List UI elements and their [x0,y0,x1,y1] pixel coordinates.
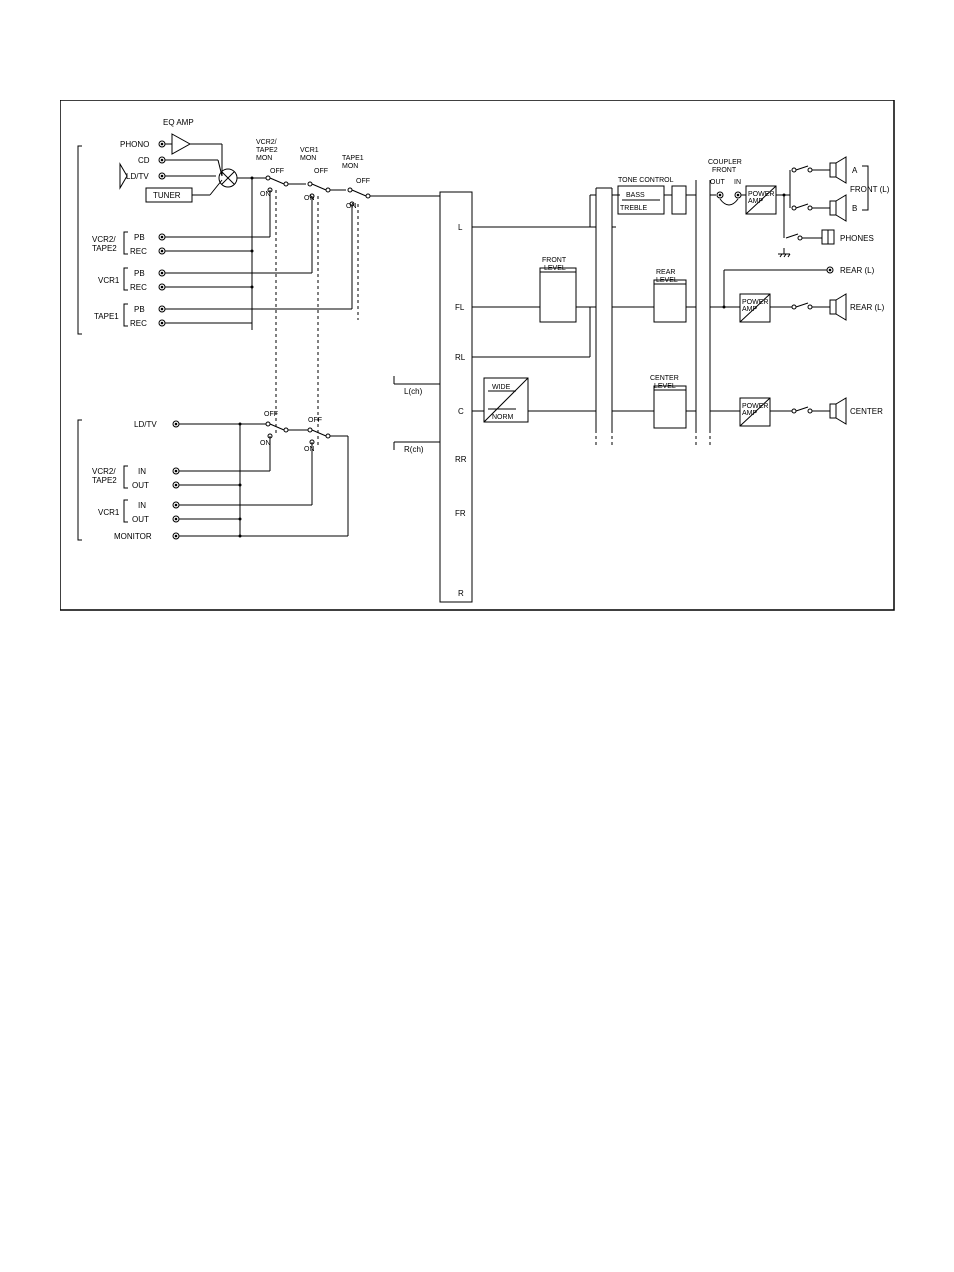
svg-text:LEVEL: LEVEL [656,277,678,284]
tape1-mon-label: TAPE1 [342,155,364,162]
phono-label: PHONO [120,140,149,149]
rear-l-jack-label: REAR (L) [840,266,875,275]
out-label-coupler: OUT [710,179,726,186]
power-amp-center-label: POWER [742,403,768,410]
ldtv-video-label: LD/TV [134,420,157,429]
vcr2tape2-mon-label: VCR2/ [256,139,277,146]
on-label-2: ON [304,195,315,202]
power-amp-rear-label: POWER [742,299,768,306]
phones-label: PHONES [840,234,874,243]
off-label-v2: OFF [308,417,322,424]
svg-text:AMP: AMP [742,410,758,417]
monitor-video-label: MONITOR [114,532,152,541]
ldtv-audio-label: LD/TV [126,172,149,181]
speaker-b-label: B [852,204,857,213]
out-label-2: OUT [132,515,149,524]
svg-text:LEVEL: LEVEL [544,265,566,272]
center-speaker-label: CENTER [850,407,883,416]
ch-FR: FR [455,509,466,518]
in-label-coupler: IN [734,179,741,186]
svg-text:TAPE2: TAPE2 [92,476,117,485]
Rch-label: R(ch) [404,445,424,454]
pb-label-3: PB [134,305,145,314]
front-level-label: FRONT [542,257,567,264]
treble-label: TREBLE [620,205,648,212]
ch-FL: FL [455,303,465,312]
pb-label-2: PB [134,269,145,278]
svg-text:LEVEL: LEVEL [654,383,676,390]
off-label-v1: OFF [264,411,278,418]
svg-text:TAPE2: TAPE2 [92,244,117,253]
vcr1-video-label: VCR1 [98,508,120,517]
Lch-label: L(ch) [404,387,423,396]
front-l-label: FRONT (L) [850,185,890,194]
out-label-1: OUT [132,481,149,490]
rec-label-2: REC [130,283,147,292]
in-label-1: IN [138,467,146,476]
on-label-3: ON [346,203,357,210]
wide-label: WIDE [492,384,511,391]
vcr2tape2-audio-label: VCR2/ [92,235,116,244]
center-level-label: CENTER [650,375,679,382]
vcr2tape2-video-label: VCR2/ [92,467,116,476]
off-label-1: OFF [270,168,284,175]
speaker-a-label: A [852,166,858,175]
ch-RL: RL [455,353,466,362]
svg-text:AMP: AMP [742,306,758,313]
bass-label: BASS [626,192,645,199]
coupler-front-label: COUPLER [708,159,742,166]
rear-l-speaker-label: REAR (L) [850,303,885,312]
tuner-label: TUNER [153,191,181,200]
ch-C: C [458,407,464,416]
rec-label-1: REC [130,247,147,256]
in-label-2: IN [138,501,146,510]
cd-label: CD [138,156,150,165]
rear-level-label: REAR [656,269,675,276]
on-label-v1: ON [260,440,271,447]
tape1-audio-label: TAPE1 [94,312,119,321]
ch-RR: RR [455,455,467,464]
vcr1-mon-label: VCR1 [300,147,319,154]
svg-text:FRONT: FRONT [712,167,737,174]
off-label-2: OFF [314,168,328,175]
svg-text:TAPE2: TAPE2 [256,147,278,154]
ch-R: R [458,589,464,598]
pb-label-1: PB [134,233,145,242]
svg-text:MON: MON [342,163,358,170]
ch-L: L [458,223,463,232]
block-diagram: AUDIO EQ AMP PHONO CD LD/TV TUNER VCR2/ … [60,100,900,620]
svg-text:MON: MON [300,155,316,162]
rec-label-3: REC [130,319,147,328]
norm-label: NORM [492,414,514,421]
svg-text:AMP: AMP [748,198,764,205]
tone-control-label: TONE CONTROL [618,177,674,184]
off-label-3: OFF [356,178,370,185]
eq-amp-label: EQ AMP [163,118,194,127]
power-amp-front-label: POWER [748,191,774,198]
svg-text:MON: MON [256,155,272,162]
on-label-v2: ON [304,446,315,453]
vcr1-audio-label: VCR1 [98,276,120,285]
